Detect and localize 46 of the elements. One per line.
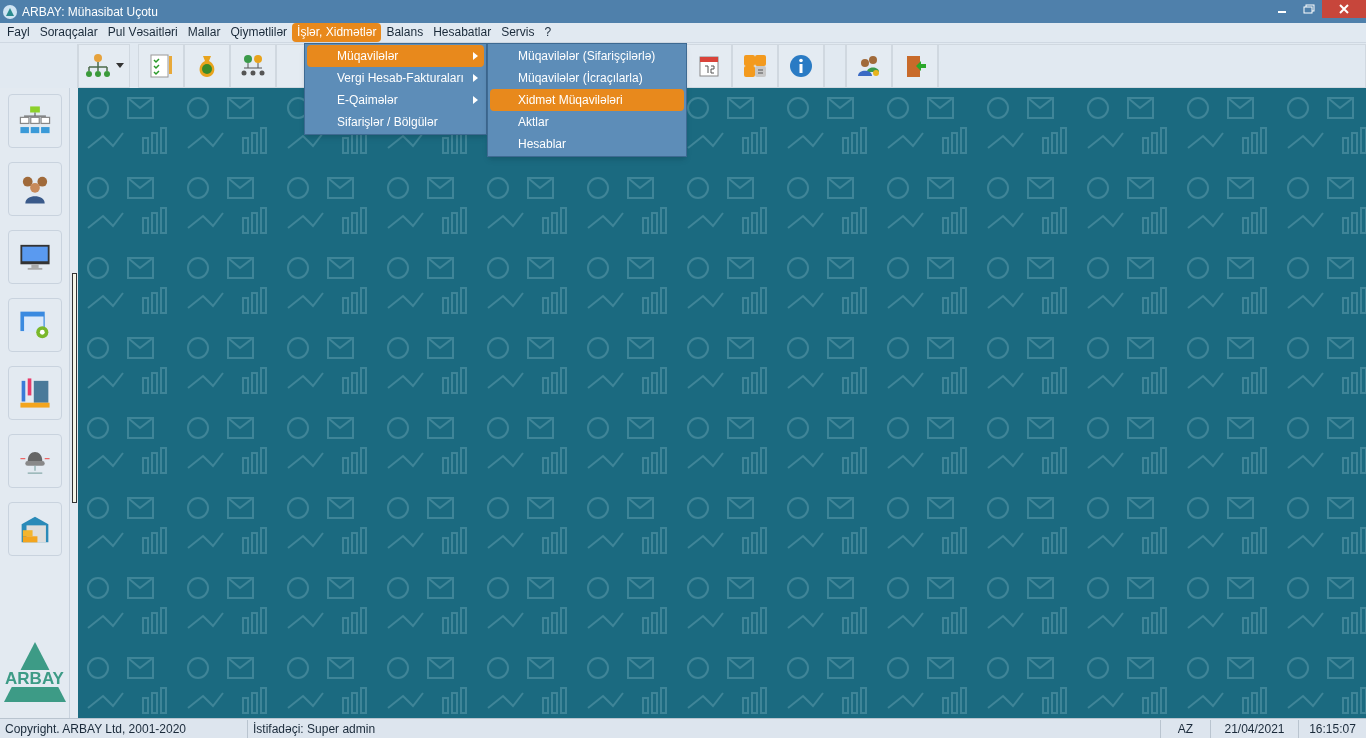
sidebar-button[interactable] [7,162,62,216]
logo-text: ARBAY [4,669,65,687]
app-icon [2,3,18,20]
copyright-text: Copyright. ARBAY Ltd, 2001-2020 [0,719,248,738]
dropdown-item[interactable]: Vergi Hesab-Fakturaları [307,67,484,89]
menu-item[interactable]: Servis [496,23,540,42]
dropdown-item[interactable]: E-Qaimələr [307,89,484,111]
dropdown-item[interactable]: Sifarişlər / Bölgülər [307,111,484,133]
dropdown-item[interactable]: Müqavilələr [307,45,484,67]
toolbar-button[interactable] [846,43,892,88]
menu-item[interactable]: İşlər, Xidmətlər [292,23,382,42]
splitter-handle[interactable] [71,273,77,503]
sidebar-button[interactable] [7,230,62,284]
submenu-item[interactable]: Hesablar [490,133,684,155]
toolbar-button[interactable] [184,43,230,88]
submenu-item[interactable]: Müqavilələr (İcraçılarla) [490,67,684,89]
menu-item[interactable]: Mallar [182,23,226,42]
sidebar-button[interactable] [7,434,62,488]
user-text: İstifadəçi: Super admin [252,720,376,738]
menu-item[interactable]: Fayl [2,23,35,42]
toolbar-button[interactable] [686,43,732,88]
close-icon [1338,3,1350,15]
date-text: 21/04/2021 [1210,719,1298,738]
time-text: 16:15:07 [1298,719,1366,738]
menu-item[interactable]: Soraqçalar [34,23,103,42]
submenu-item[interactable]: Müqavilələr (Sifarişçilərlə) [490,45,684,67]
toolbar-button[interactable] [892,43,938,88]
language-text: AZ [1160,719,1210,738]
notebook-pencils-icon [17,376,52,410]
submenu-item[interactable]: Xidmət Müqavilələri [490,89,684,111]
menu-item[interactable]: ? [539,23,557,42]
submenu-item[interactable]: Aktlar [490,111,684,133]
menu-item[interactable]: Qiymətlilər [225,23,293,42]
caret-icon [116,63,124,68]
toolbar-button[interactable] [778,43,824,88]
window-title: ARBAY: Mühasibat Uçotu [22,3,158,21]
menu-item[interactable]: Hesabatlar [428,23,497,42]
org-chart-icon [84,51,112,80]
minimize-icon [1277,11,1286,13]
menu-item[interactable]: Pul Vəsaitləri [102,23,183,42]
maximize-icon [1302,4,1315,14]
menu-item[interactable]: Balans [381,23,429,42]
checklist-icon [147,51,175,80]
close-button[interactable] [1322,0,1366,18]
toolbar-button[interactable] [230,43,276,88]
org-chart-dropdown-button[interactable] [78,43,130,88]
